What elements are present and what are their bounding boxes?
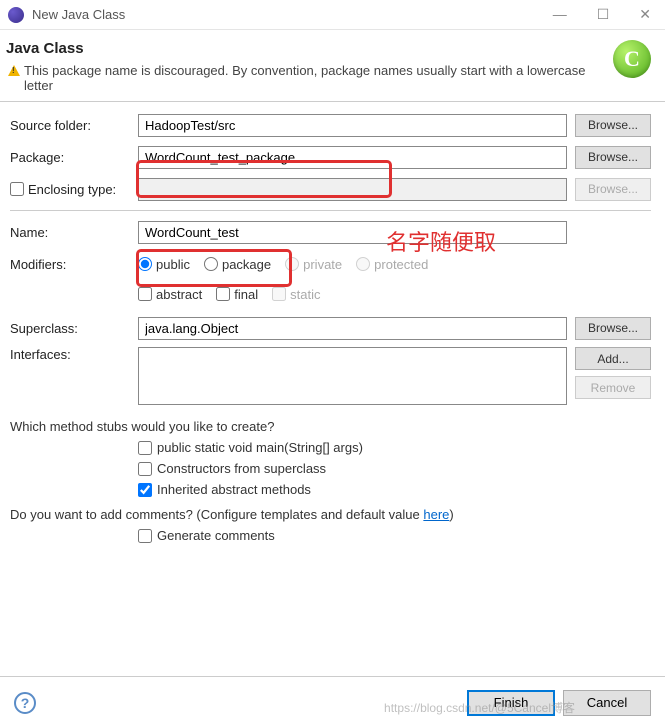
separator xyxy=(10,210,651,211)
radio-protected: protected xyxy=(356,257,428,272)
eclipse-icon xyxy=(8,7,24,23)
add-interface-button[interactable]: Add... xyxy=(575,347,651,370)
comments-question: Do you want to add comments? (Configure … xyxy=(10,507,651,522)
cancel-button[interactable]: Cancel xyxy=(563,690,651,716)
configure-here-link[interactable]: here xyxy=(423,507,449,522)
dialog-header: Java Class This package name is discoura… xyxy=(0,30,665,102)
interfaces-label: Interfaces: xyxy=(10,347,138,362)
source-folder-label: Source folder: xyxy=(10,118,138,133)
enclosing-type-label-wrap: Enclosing type: xyxy=(10,182,138,197)
name-label: Name: xyxy=(10,225,138,240)
dialog-footer: ? Finish Cancel xyxy=(0,676,665,728)
interfaces-list[interactable] xyxy=(138,347,567,405)
source-folder-input[interactable] xyxy=(138,114,567,137)
modifiers-radios: public package private protected xyxy=(138,257,428,272)
package-label: Package: xyxy=(10,150,138,165)
radio-private: private xyxy=(285,257,342,272)
radio-package[interactable]: package xyxy=(204,257,271,272)
help-button[interactable]: ? xyxy=(14,692,36,714)
finish-button[interactable]: Finish xyxy=(467,690,555,716)
window-controls: — ☐ ✕ xyxy=(547,4,657,25)
superclass-label: Superclass: xyxy=(10,321,138,336)
superclass-input[interactable] xyxy=(138,317,567,340)
enclosing-type-checkbox[interactable] xyxy=(10,182,24,196)
radio-public[interactable]: public xyxy=(138,257,190,272)
browse-enclosing-button: Browse... xyxy=(575,178,651,201)
browse-source-button[interactable]: Browse... xyxy=(575,114,651,137)
modifiers-checkboxes: abstract final static xyxy=(138,287,320,302)
cb-inherited[interactable]: Inherited abstract methods xyxy=(138,482,651,497)
remove-interface-button: Remove xyxy=(575,376,651,399)
cb-generate-comments[interactable]: Generate comments xyxy=(138,528,651,543)
minimize-button[interactable]: — xyxy=(547,4,573,25)
cb-final[interactable]: final xyxy=(216,287,258,302)
name-input[interactable] xyxy=(138,221,567,244)
cb-constructors[interactable]: Constructors from superclass xyxy=(138,461,651,476)
package-input[interactable] xyxy=(138,146,567,169)
warning-text: This package name is discouraged. By con… xyxy=(24,63,613,93)
enclosing-type-input xyxy=(138,178,567,201)
cb-static: static xyxy=(272,287,320,302)
modifiers-label: Modifiers: xyxy=(10,257,138,272)
browse-package-button[interactable]: Browse... xyxy=(575,146,651,169)
cb-abstract[interactable]: abstract xyxy=(138,287,202,302)
warning-icon xyxy=(8,65,20,76)
method-stubs-section: Which method stubs would you like to cre… xyxy=(0,415,665,559)
close-button[interactable]: ✕ xyxy=(633,4,657,25)
dialog-title: Java Class xyxy=(6,40,613,57)
class-icon: C xyxy=(613,40,651,78)
titlebar: New Java Class — ☐ ✕ xyxy=(0,0,665,30)
maximize-button[interactable]: ☐ xyxy=(591,4,616,25)
browse-superclass-button[interactable]: Browse... xyxy=(575,317,651,340)
window-title: New Java Class xyxy=(32,7,547,22)
form-area: Source folder: Browse... Package: Browse… xyxy=(0,102,665,415)
cb-main-method[interactable]: public static void main(String[] args) xyxy=(138,440,651,455)
warning-message: This package name is discouraged. By con… xyxy=(6,63,613,93)
stubs-question: Which method stubs would you like to cre… xyxy=(10,419,651,434)
